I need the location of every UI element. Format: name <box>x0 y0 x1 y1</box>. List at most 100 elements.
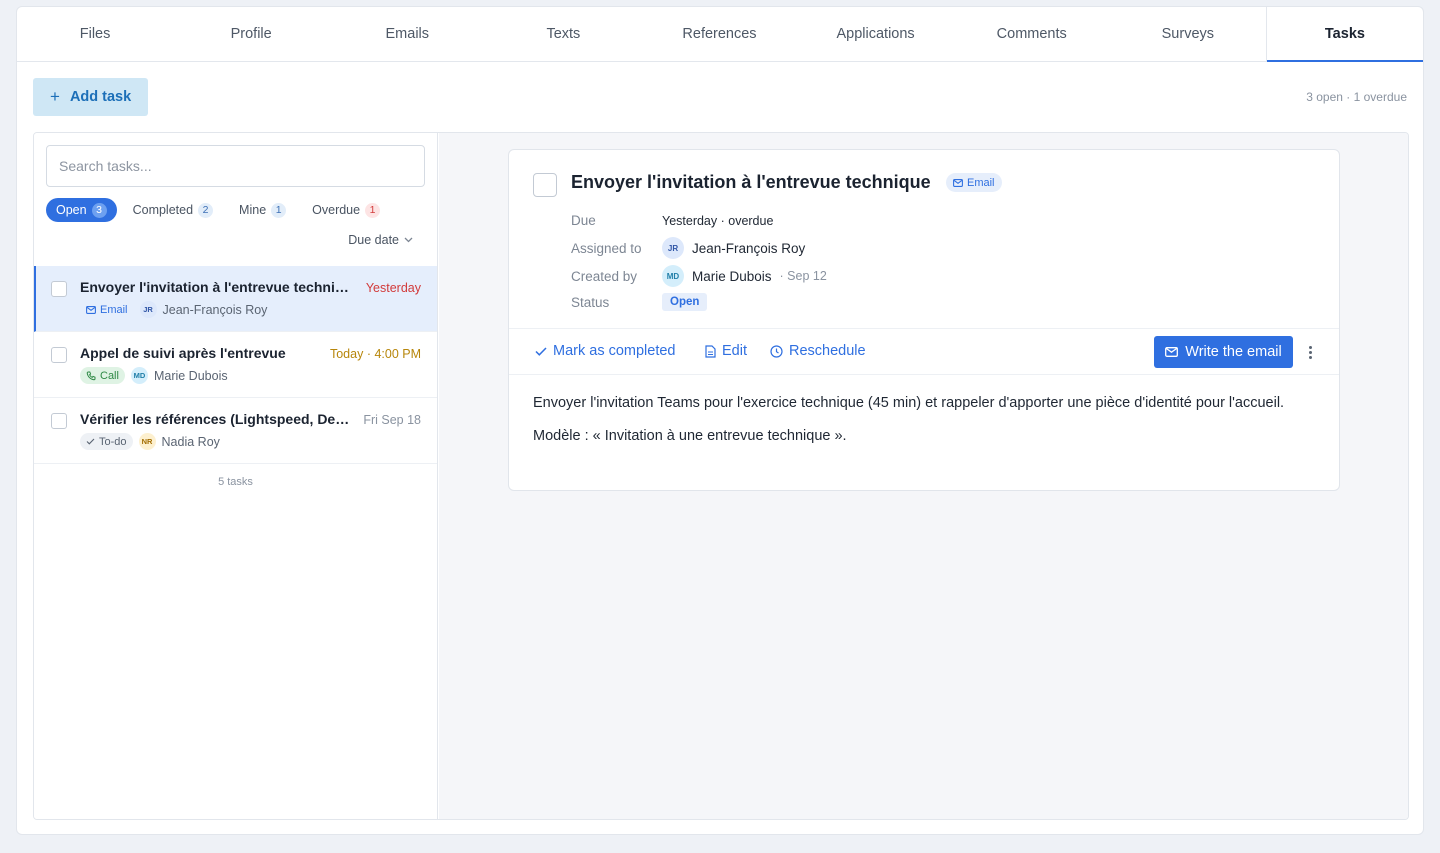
edit-button[interactable]: Edit <box>705 343 747 359</box>
type-chip: Call <box>80 367 125 384</box>
status-badge: Open <box>662 293 708 311</box>
type-label: To-do <box>99 435 127 448</box>
more-options-icon[interactable] <box>1305 341 1315 363</box>
document-icon <box>705 344 716 358</box>
avatar: MD <box>662 265 684 287</box>
mail-icon <box>86 305 96 314</box>
created-row: Created by MD Marie Dubois · Sep 12 <box>571 265 827 287</box>
mark-completed-label: Mark as completed <box>553 343 676 359</box>
task-description: Envoyer l'invitation Teams pour l'exerci… <box>533 392 1293 448</box>
tab-texts[interactable]: Texts <box>485 7 641 61</box>
type-label: Email <box>100 303 128 316</box>
task-due: Yesterday <box>365 281 421 295</box>
avatar: JR <box>139 301 157 318</box>
description-paragraph: Envoyer l'invitation Teams pour l'exerci… <box>533 395 1285 411</box>
task-detail-pane: Envoyer l'invitation à l'entrevue techni… <box>439 133 1408 819</box>
type-label: Email <box>967 176 995 189</box>
type-chip: To-do <box>80 433 133 450</box>
mail-icon <box>1165 347 1179 357</box>
filter-label: Overdue <box>312 203 361 217</box>
check-icon <box>535 346 547 356</box>
type-chip: Email <box>946 173 1002 192</box>
field-label: Status <box>571 294 610 310</box>
clock-icon <box>770 344 783 358</box>
tab-files[interactable]: Files <box>17 7 173 61</box>
add-task-label: Add task <box>69 89 132 105</box>
tab-tasks[interactable]: Tasks <box>1265 7 1423 62</box>
creator-name: Marie Dubois <box>692 268 772 284</box>
tab-profile[interactable]: Profile <box>173 7 329 61</box>
assignee-name: Jean-François Roy <box>692 240 806 256</box>
filter-count: 1 <box>271 202 287 218</box>
task-detail-title: Envoyer l'invitation à l'entrevue techni… <box>571 172 931 192</box>
filter-label: Mine <box>239 203 267 217</box>
filter-open[interactable]: Open 3 <box>46 198 117 222</box>
reschedule-label: Reschedule <box>789 343 866 359</box>
task-list-pane: Open 3 Completed 2 Mine 1 Overdue 1 Due … <box>34 133 438 819</box>
task-meta: To-do NR Nadia Roy <box>80 433 220 450</box>
created-value: MD Marie Dubois · Sep 12 <box>662 265 827 287</box>
filter-completed[interactable]: Completed 2 <box>123 198 223 222</box>
task-title: Vérifier les références (Lightspeed, Des… <box>80 411 356 427</box>
due-row: Due Yesterday · overdue <box>571 213 773 228</box>
task-list-item[interactable]: Envoyer l'invitation à l'entrevue techni… <box>34 266 437 332</box>
task-checkbox[interactable] <box>51 347 67 363</box>
avatar: NR <box>138 433 156 450</box>
tab-bar: Files Profile Emails Texts References Ap… <box>17 7 1423 62</box>
assigned-row: Assigned to JR Jean-François Roy <box>571 237 805 259</box>
assigned-value: JR Jean-François Roy <box>662 237 805 259</box>
task-list: Envoyer l'invitation à l'entrevue techni… <box>34 266 437 464</box>
sort-label: Due date <box>348 233 399 247</box>
task-list-item[interactable]: Appel de suivi après l'entrevue Today · … <box>34 332 437 398</box>
filter-count: 2 <box>198 202 214 218</box>
search-input[interactable] <box>46 145 425 187</box>
tasks-toolbar: + Add task 3 open · 1 overdue <box>33 78 1407 116</box>
chevron-down-icon <box>404 237 413 243</box>
filter-count: 1 <box>365 202 381 218</box>
tab-comments[interactable]: Comments <box>954 7 1110 61</box>
tasks-summary: 3 open · 1 overdue <box>1306 90 1407 104</box>
field-label: Assigned to <box>571 240 642 256</box>
reschedule-button[interactable]: Reschedule <box>770 343 866 359</box>
status-row: Status Open <box>571 293 708 311</box>
status-value: Open <box>662 293 708 311</box>
task-complete-checkbox[interactable] <box>533 173 557 197</box>
field-label: Due <box>571 213 596 228</box>
task-detail-card: Envoyer l'invitation à l'entrevue techni… <box>508 149 1340 491</box>
task-actions-bar: Mark as completed Edit Reschedule Write … <box>509 328 1339 375</box>
mark-completed-button[interactable]: Mark as completed <box>535 343 676 359</box>
filter-label: Open <box>56 203 87 217</box>
field-label: Created by <box>571 268 638 284</box>
filter-pills: Open 3 Completed 2 Mine 1 Overdue 1 <box>46 198 396 222</box>
created-date: · Sep 12 <box>779 269 827 283</box>
write-email-button[interactable]: Write the email <box>1154 336 1293 368</box>
task-checkbox[interactable] <box>51 413 67 429</box>
filter-label: Completed <box>132 203 194 217</box>
assignee-name: Jean-François Roy <box>162 302 268 317</box>
filter-overdue[interactable]: Overdue 1 <box>302 198 390 222</box>
task-due: Fri Sep 18 <box>363 413 421 427</box>
add-task-button[interactable]: + Add task <box>33 78 148 116</box>
tab-surveys[interactable]: Surveys <box>1110 7 1266 61</box>
filter-mine[interactable]: Mine 1 <box>229 198 296 222</box>
description-paragraph: Modèle : « Invitation à une entrevue tec… <box>533 428 847 444</box>
edit-label: Edit <box>722 343 747 359</box>
tab-references[interactable]: References <box>641 7 797 61</box>
tab-emails[interactable]: Emails <box>329 7 485 61</box>
write-email-label: Write the email <box>1185 344 1282 360</box>
tab-applications[interactable]: Applications <box>798 7 954 61</box>
task-title: Envoyer l'invitation à l'entrevue techni… <box>80 279 356 295</box>
filter-count: 3 <box>91 202 107 218</box>
tasks-panel: Open 3 Completed 2 Mine 1 Overdue 1 Due … <box>33 132 1409 820</box>
task-due: Today · 4:00 PM <box>329 347 421 361</box>
task-checkbox[interactable] <box>51 281 67 297</box>
task-meta: Call MD Marie Dubois <box>80 367 228 384</box>
sort-dropdown[interactable]: Due date <box>348 233 413 247</box>
candidate-card: Files Profile Emails Texts References Ap… <box>16 6 1424 835</box>
tasks-count: 5 tasks <box>218 476 253 488</box>
due-value: Yesterday · overdue <box>662 213 774 228</box>
type-label: Call <box>100 369 119 382</box>
task-list-item[interactable]: Vérifier les références (Lightspeed, Des… <box>34 398 437 464</box>
assignee-name: Nadia Roy <box>161 434 220 449</box>
check-icon <box>86 438 95 445</box>
